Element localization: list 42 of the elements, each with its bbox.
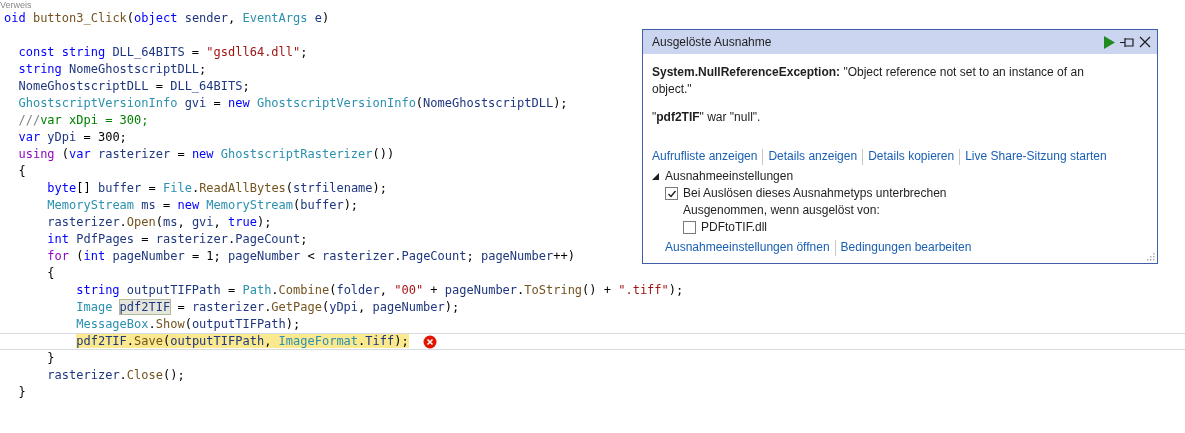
code-line: string NomeGhostscriptDLL; bbox=[17, 61, 207, 78]
link[interactable]: Ausnahmeeinstellungen öffnen bbox=[665, 239, 830, 256]
code-line: } bbox=[17, 384, 26, 401]
checkbox-label: PDFtoTIF.dll bbox=[701, 219, 767, 236]
continue-icon[interactable] bbox=[1104, 35, 1115, 49]
code-line: const string DLL_64BITS = "gsdll64.dll"; bbox=[17, 44, 308, 61]
link[interactable]: Details kopieren bbox=[868, 148, 955, 165]
link[interactable]: Details anzeigen bbox=[768, 148, 858, 165]
code-line: } bbox=[46, 350, 55, 367]
link[interactable]: Aufrufliste anzeigen bbox=[652, 148, 758, 165]
settings-heading[interactable]: Ausnahmeeinstellungen bbox=[665, 168, 794, 185]
code-line: for (int pageNumber = 1; pageNumber < rasterizer.PageCount; pageNumber++) bbox=[46, 248, 575, 265]
code-line: Image pdf2TIF = rasterizer.GetPage(yDpi, pageNumber); bbox=[75, 299, 460, 316]
code-line: MemoryStream ms = new MemoryStream(buffer); bbox=[46, 197, 359, 214]
except-label: Ausgenommen, wenn ausgelöst von: bbox=[683, 202, 881, 219]
code-line: int PdfPages = rasterizer.PageCount; bbox=[46, 231, 308, 248]
exception-detail: "pdf2TIF" war "null". bbox=[652, 109, 762, 126]
resize-grip-icon[interactable] bbox=[1147, 253, 1155, 261]
link[interactable]: Live Share-Sitzung starten bbox=[965, 148, 1107, 165]
close-icon[interactable] bbox=[1139, 36, 1151, 48]
codelens-label[interactable]: Verweis bbox=[0, 0, 32, 10]
code-line: ///var xDpi = 300; bbox=[17, 112, 149, 129]
code-line: NomeGhostscriptDLL = DLL_64BITS; bbox=[17, 78, 250, 95]
checkbox-label: Bei Auslösen dieses Ausnahmetyps unterbrechen bbox=[683, 185, 947, 202]
code-line: rasterizer.Open(ms, gvi, true); bbox=[46, 214, 272, 231]
code-line: var yDpi = 300; bbox=[17, 129, 127, 146]
code-line: { bbox=[17, 163, 26, 180]
code-line: using (var rasterizer = new GhostscriptRasterizer()) bbox=[17, 146, 395, 163]
code-line: { bbox=[46, 265, 55, 282]
checkbox[interactable] bbox=[683, 221, 696, 234]
code-line: rasterizer.Close(); bbox=[46, 367, 185, 384]
exception-message: System.NullReferenceException: "Object reference not set to an instance of an object." bbox=[652, 64, 1085, 98]
code-line: oid button3_Click(object sender, EventArgs e) bbox=[4, 10, 330, 27]
link[interactable]: Bedingungen bearbeiten bbox=[840, 239, 972, 256]
pin-icon[interactable] bbox=[1120, 36, 1134, 48]
code-line: string outputTIFPath = Path.Combine(folder, "00" + pageNumber.ToString() + ".tiff"); bbox=[75, 282, 684, 299]
collapse-triangle-icon[interactable] bbox=[652, 173, 659, 180]
popup-title: Ausgelöste Ausnahme bbox=[652, 34, 772, 51]
code-line: MessageBox.Show(outputTIFPath); bbox=[75, 316, 301, 333]
code-line: GhostscriptVersionInfo gvi = new GhostscriptVersionInfo(NomeGhostscriptDLL); bbox=[17, 95, 568, 112]
checkbox[interactable] bbox=[665, 187, 678, 200]
code-line: byte[] buffer = File.ReadAllBytes(strfilename); bbox=[46, 180, 387, 197]
